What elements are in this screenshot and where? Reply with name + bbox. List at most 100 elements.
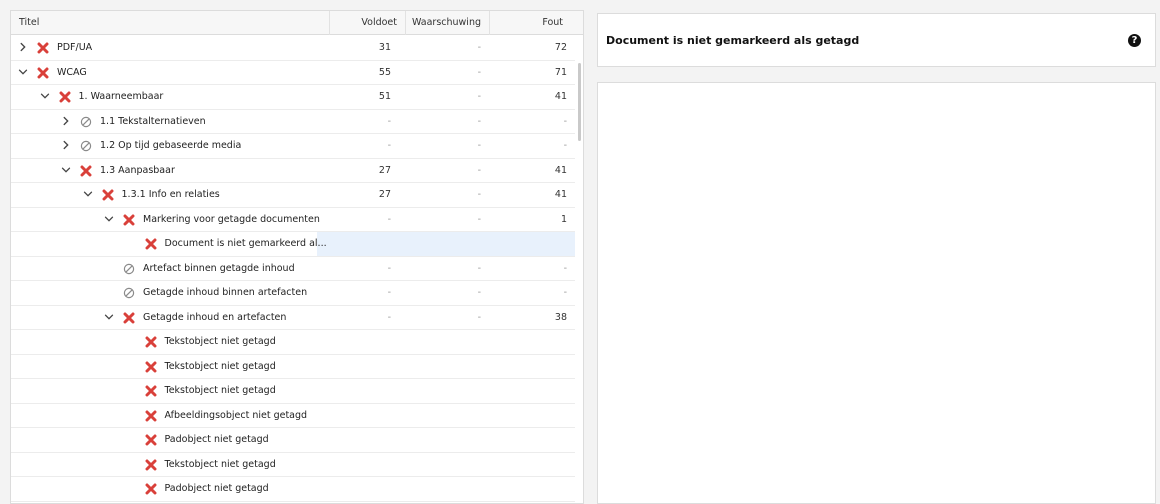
cell-waarschuwing bbox=[405, 330, 489, 354]
cell-voldoet bbox=[329, 379, 405, 403]
fail-cross-icon bbox=[145, 410, 157, 422]
cell-fout: - bbox=[563, 287, 567, 298]
detail-body bbox=[597, 82, 1156, 504]
row-label: Getagde inhoud en artefacten bbox=[143, 311, 287, 323]
row-label: Afbeeldingsobject niet getagd bbox=[164, 409, 308, 421]
row-label: Tekstobject niet getagd bbox=[164, 385, 276, 396]
cell-voldoet bbox=[329, 355, 405, 379]
row-label: 1.3 Aanpasbaar bbox=[100, 164, 175, 176]
not-applicable-icon bbox=[80, 116, 92, 128]
tree-row[interactable]: Tekstobject niet getagd bbox=[11, 330, 575, 355]
fail-cross-icon bbox=[37, 42, 49, 54]
cell-fout: - bbox=[563, 262, 567, 274]
cell-waarschuwing: - bbox=[477, 140, 481, 151]
chevron-down-icon[interactable] bbox=[82, 188, 94, 200]
tree-row[interactable]: Tekstobject niet getagd bbox=[11, 453, 575, 477]
cell-waarschuwing bbox=[405, 379, 489, 403]
cell-waarschuwing bbox=[405, 232, 489, 256]
row-label: 1.3.1 Info en relaties bbox=[121, 189, 220, 200]
cell-waarschuwing bbox=[405, 428, 489, 452]
tree-row[interactable]: 1. Waarneembaar 51 - 41 bbox=[11, 85, 575, 110]
chevron-down-icon[interactable] bbox=[103, 311, 115, 323]
vertical-scrollbar[interactable] bbox=[575, 35, 583, 503]
chevron-down-icon[interactable] bbox=[17, 66, 29, 78]
cell-voldoet bbox=[329, 232, 405, 256]
fail-cross-icon bbox=[145, 434, 157, 446]
detail-header: Document is niet gemarkeerd als getagd ? bbox=[597, 13, 1156, 67]
chevron-right-icon[interactable] bbox=[60, 115, 72, 127]
row-label: 1.1 Tekstalternatieven bbox=[100, 115, 206, 127]
cell-fout bbox=[489, 453, 571, 477]
tree-row[interactable]: 1.3 Aanpasbaar 27 - 41 bbox=[11, 159, 575, 183]
fail-cross-icon bbox=[123, 214, 135, 226]
cell-fout: 41 bbox=[554, 91, 567, 102]
row-label: WCAG bbox=[57, 66, 87, 78]
column-header-voldoet[interactable]: Voldoet bbox=[329, 11, 405, 35]
fail-cross-icon bbox=[145, 459, 157, 471]
row-label: Padobject niet getagd bbox=[164, 483, 269, 494]
tree-row[interactable]: Tekstobject niet getagd bbox=[11, 379, 575, 404]
chevron-down-icon[interactable] bbox=[103, 213, 115, 225]
column-header-title[interactable]: Titel bbox=[19, 11, 39, 35]
cell-waarschuwing bbox=[405, 453, 489, 477]
fail-cross-icon bbox=[80, 165, 92, 177]
cell-waarschuwing: - bbox=[477, 189, 481, 200]
cell-fout bbox=[489, 428, 571, 452]
fail-cross-icon bbox=[145, 483, 157, 495]
cell-voldoet: - bbox=[387, 213, 391, 225]
tree-row[interactable]: 1.1 Tekstalternatieven - - - bbox=[11, 110, 575, 134]
cell-waarschuwing: - bbox=[477, 164, 481, 176]
tree-row[interactable]: Artefact binnen getagde inhoud - - - bbox=[11, 257, 575, 281]
help-icon[interactable]: ? bbox=[1128, 34, 1141, 47]
row-label: PDF/UA bbox=[57, 42, 93, 53]
cell-waarschuwing: - bbox=[477, 287, 481, 298]
cell-voldoet: 55 bbox=[378, 66, 391, 78]
cell-fout: 71 bbox=[554, 66, 567, 78]
cell-voldoet: - bbox=[387, 262, 391, 274]
cell-voldoet bbox=[329, 477, 405, 501]
cell-fout: 1 bbox=[560, 213, 567, 225]
tree-row[interactable]: Padobject niet getagd bbox=[11, 477, 575, 502]
tree-row[interactable]: Tekstobject niet getagd bbox=[11, 355, 575, 379]
cell-waarschuwing: - bbox=[477, 213, 481, 225]
check-results-tree: Titel Voldoet Waarschuwing Fout PDF/UA 31… bbox=[10, 10, 584, 504]
row-label: Getagde inhoud binnen artefacten bbox=[143, 287, 308, 298]
cell-waarschuwing bbox=[405, 355, 489, 379]
cell-fout: 72 bbox=[554, 42, 567, 53]
chevron-right-icon[interactable] bbox=[60, 139, 72, 151]
cell-voldoet bbox=[329, 330, 405, 354]
tree-row[interactable]: 1.2 Op tijd gebaseerde media - - - bbox=[11, 134, 575, 159]
cell-waarschuwing: - bbox=[477, 311, 481, 323]
cell-voldoet: - bbox=[387, 140, 391, 151]
cell-fout: - bbox=[563, 140, 567, 151]
tree-row[interactable]: 1.3.1 Info en relaties 27 - 41 bbox=[11, 183, 575, 208]
row-label: Document is niet gemarkeerd al... bbox=[164, 238, 327, 249]
scrollbar-thumb[interactable] bbox=[578, 63, 581, 141]
cell-fout bbox=[489, 330, 571, 354]
fail-cross-icon bbox=[102, 189, 114, 201]
tree-row[interactable]: Getagde inhoud en artefacten - - 38 bbox=[11, 306, 575, 330]
tree-row[interactable]: Getagde inhoud binnen artefacten - - - bbox=[11, 281, 575, 306]
tree-row[interactable]: Padobject niet getagd bbox=[11, 428, 575, 453]
not-applicable-icon bbox=[123, 263, 135, 275]
detail-title: Document is niet gemarkeerd als getagd bbox=[606, 34, 860, 47]
fail-cross-icon bbox=[145, 336, 157, 348]
cell-voldoet: - bbox=[387, 311, 391, 323]
chevron-down-icon[interactable] bbox=[60, 164, 72, 176]
not-applicable-icon bbox=[123, 287, 135, 299]
cell-waarschuwing bbox=[405, 404, 489, 428]
tree-row[interactable]: Document is niet gemarkeerd al... bbox=[11, 232, 575, 257]
tree-row[interactable]: Markering voor getagde documenten - - 1 bbox=[11, 208, 575, 232]
chevron-right-icon[interactable] bbox=[17, 41, 29, 53]
tree-row[interactable]: PDF/UA 31 - 72 bbox=[11, 36, 575, 61]
tree-row[interactable]: WCAG 55 - 71 bbox=[11, 61, 575, 85]
cell-waarschuwing: - bbox=[477, 42, 481, 53]
cell-voldoet: 51 bbox=[378, 91, 391, 102]
column-header-fout[interactable]: Fout bbox=[489, 11, 569, 35]
column-header-waarschuwing[interactable]: Waarschuwing bbox=[405, 11, 489, 35]
fail-cross-icon bbox=[145, 361, 157, 373]
cell-waarschuwing: - bbox=[477, 66, 481, 78]
cell-fout: 38 bbox=[554, 311, 567, 323]
tree-row[interactable]: Afbeeldingsobject niet getagd bbox=[11, 404, 575, 428]
chevron-down-icon[interactable] bbox=[39, 90, 51, 102]
